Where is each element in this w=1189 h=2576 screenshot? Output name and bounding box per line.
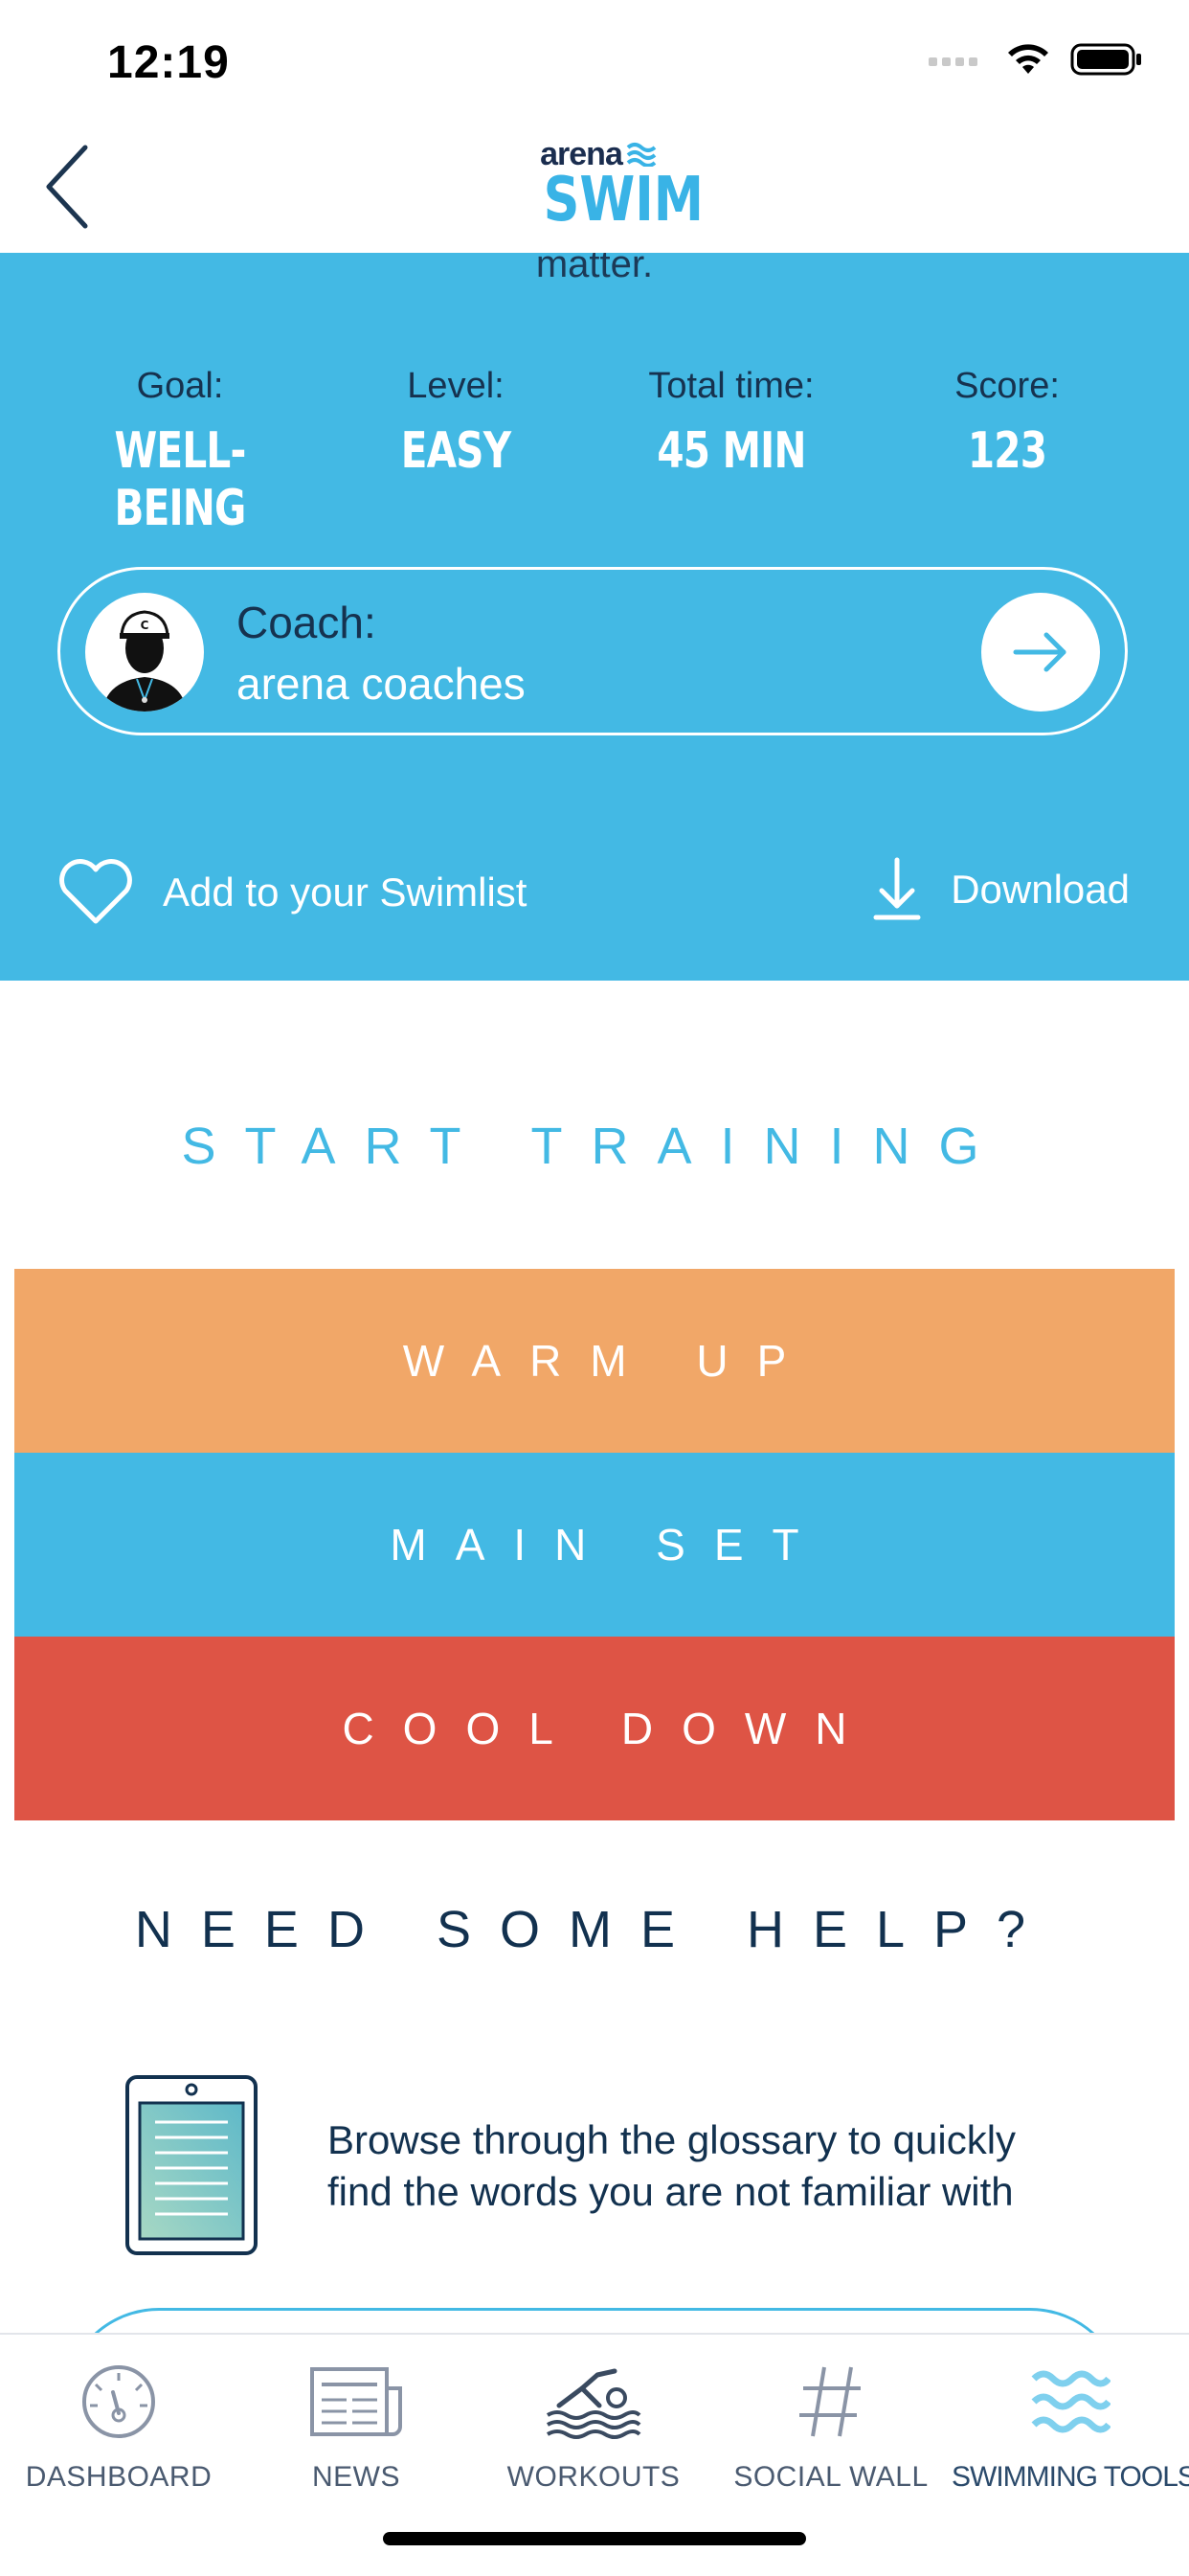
description-text: matter. [535, 253, 654, 285]
main-set-button[interactable]: MAIN SET [14, 1453, 1175, 1637]
stat-total-time: Total time: 45 MIN [588, 366, 875, 480]
stat-level: Level: EASY [312, 366, 599, 480]
start-training-heading: START TRAINING [181, 1118, 1008, 1175]
coach-arrow-button[interactable] [981, 593, 1100, 712]
stat-score: Score: 123 [864, 366, 1151, 480]
add-to-swimlist-button[interactable]: Add to your Swimlist [57, 858, 527, 927]
cool-down-button[interactable]: COOL DOWN [14, 1637, 1175, 1820]
back-button[interactable] [29, 134, 105, 239]
coach-name: arena coaches [236, 659, 526, 709]
tab-label: WORKOUTS [506, 2461, 681, 2493]
download-icon [873, 857, 921, 920]
signal-icon [929, 50, 986, 74]
wifi-icon [1005, 42, 1051, 81]
tab-label: SOCIAL WALL [733, 2461, 929, 2493]
newspaper-icon [237, 2354, 475, 2450]
hashtag-icon [712, 2354, 950, 2450]
chevron-left-icon [46, 145, 88, 229]
status-time: 12:19 [107, 37, 230, 88]
workout-summary: matter. Goal: WELL-BEING Level: EASY Tot… [0, 253, 1189, 981]
tab-label: SWIMMING TOOLS [952, 2461, 1189, 2493]
swimmer-icon [475, 2354, 712, 2450]
battery-icon [1070, 42, 1143, 81]
status-icons [929, 42, 1143, 81]
arena-swim-logo: arena SWIM [531, 138, 705, 236]
stat-goal: Goal: WELL-BEING [36, 366, 324, 537]
tab-label: DASHBOARD [25, 2461, 213, 2493]
tab-dashboard[interactable]: DASHBOARD [0, 2354, 237, 2494]
logo-bottom-text: SWIM [543, 165, 705, 236]
tab-social-wall[interactable]: SOCIAL WALL [712, 2354, 950, 2494]
glossary-link[interactable]: Browse through the glossary to quickly f… [327, 2114, 1151, 2218]
stat-label: Total time: [648, 366, 815, 406]
stat-value: EASY [400, 422, 511, 480]
home-indicator [383, 2532, 806, 2545]
stat-label: Goal: [136, 366, 224, 406]
coach-card[interactable]: C Coach: arena coaches [57, 567, 1128, 735]
warm-up-label: WARM UP [402, 1336, 816, 1386]
stat-label: Level: [407, 366, 505, 406]
swimlist-label: Add to your Swimlist [163, 870, 527, 915]
cool-down-label: COOL DOWN [342, 1704, 876, 1753]
tab-news[interactable]: NEWS [237, 2354, 475, 2494]
stat-value: 123 [967, 422, 1047, 480]
glossary-tablet-icon [124, 2074, 258, 2261]
tab-swimming-tools[interactable]: SWIMMING TOOLS [952, 2354, 1189, 2494]
stat-value: 45 MIN [657, 422, 806, 480]
main-set-label: MAIN SET [390, 1520, 828, 1570]
coach-title: Coach: [236, 598, 376, 647]
logo-waves-icon [626, 143, 657, 167]
warm-up-button[interactable]: WARM UP [14, 1269, 1175, 1453]
heart-icon [59, 859, 132, 924]
glossary-text-line2: find the words you are not familiar with [327, 2169, 1014, 2214]
svg-text:C: C [141, 619, 149, 632]
tab-workouts[interactable]: WORKOUTS [475, 2354, 712, 2494]
stat-label: Score: [954, 366, 1060, 406]
nav-header: arena SWIM [0, 126, 1189, 253]
glossary-text-line1: Browse through the glossary to quickly [327, 2117, 1017, 2162]
stat-value: WELL-BEING [114, 422, 246, 537]
help-heading: NEED SOME HELP? [134, 1901, 1055, 1958]
download-label: Download [951, 867, 1130, 912]
arrow-right-icon [1013, 632, 1066, 672]
tab-label: NEWS [312, 2461, 400, 2493]
coach-avatar: C [85, 593, 204, 712]
download-button[interactable]: Download [872, 856, 1130, 923]
gauge-icon [0, 2354, 237, 2450]
coach-avatar-icon: C [102, 610, 187, 712]
waves-icon [952, 2354, 1189, 2450]
